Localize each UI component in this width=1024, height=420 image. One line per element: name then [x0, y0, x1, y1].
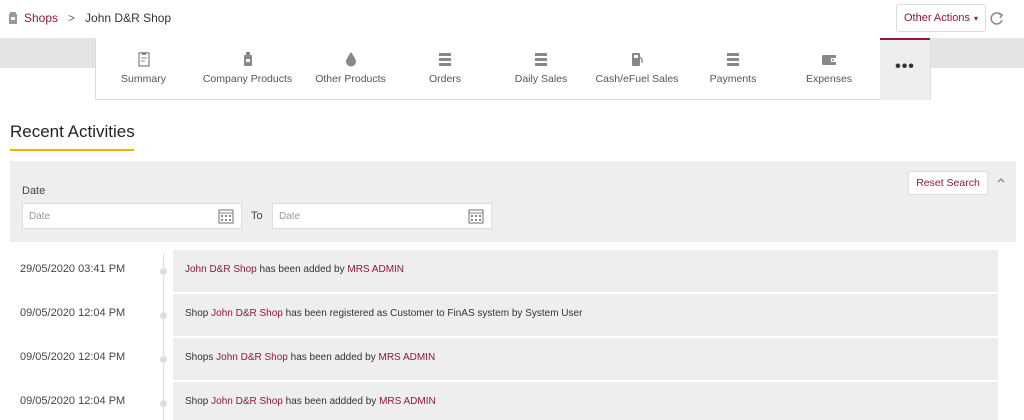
tab-payments[interactable]: Payments: [685, 38, 781, 100]
search-filter-panel: Date To Reset Search: [10, 161, 1016, 242]
calendar-icon[interactable]: [218, 208, 234, 224]
shop-link[interactable]: John D&R Shop: [211, 308, 283, 319]
tab-label: Expenses: [805, 73, 853, 85]
to-label: To: [251, 210, 263, 222]
activity-middle: has been addded by: [282, 396, 380, 407]
user-link[interactable]: MRS ADMIN: [347, 264, 404, 275]
activity-time: 09/05/2020 12:04 PM: [20, 307, 126, 319]
calendar-icon[interactable]: [468, 208, 484, 224]
shop-link[interactable]: John D&R Shop: [216, 352, 288, 363]
shop-link[interactable]: John D&R Shop: [211, 396, 283, 407]
caret-down-icon: ▾: [974, 13, 979, 23]
shop-icon: [9, 12, 17, 24]
date-to-input[interactable]: [272, 203, 492, 229]
refresh-icon[interactable]: [988, 10, 1006, 28]
tab-label: Summary: [121, 73, 166, 85]
breadcrumb-shops-link[interactable]: Shops: [24, 11, 58, 25]
other-actions-button[interactable]: Other Actions ▾: [896, 4, 986, 32]
timeline-dot: [160, 400, 167, 407]
timeline-dot: [160, 356, 167, 363]
shop-link[interactable]: John D&R Shop: [185, 264, 257, 275]
drop-icon: [345, 52, 356, 67]
list-icon: [439, 53, 451, 66]
tab-cash-efuel-sales[interactable]: Cash/eFuel Sales: [589, 38, 685, 100]
tab-label: Cash/eFuel Sales: [595, 73, 679, 85]
tab-bar: Summary Company Products Other Products …: [95, 38, 931, 100]
tab-other-products[interactable]: Other Products: [304, 38, 397, 100]
activity-middle: has been added by: [256, 264, 348, 275]
other-actions-label: Other Actions: [903, 12, 971, 24]
activity-row: 09/05/2020 12:04 PM Shop John D&R Shop h…: [0, 294, 1024, 336]
breadcrumb: Shops > John D&R Shop: [8, 11, 171, 25]
tab-label: Company Products: [202, 73, 293, 85]
tab-label: Daily Sales: [514, 73, 568, 85]
activity-text: John D&R Shop has been added by MRS ADMI…: [173, 250, 998, 292]
activity-text: Shops John D&R Shop has been added by MR…: [173, 338, 998, 380]
tab-label: Orders: [428, 73, 462, 85]
list-icon: [535, 53, 547, 66]
activity-prefix: Shop: [185, 396, 212, 407]
date-from-input[interactable]: [22, 203, 242, 229]
activity-middle: has been registered as Customer to FinAS…: [282, 308, 583, 319]
activity-prefix: Shop: [185, 308, 212, 319]
activity-text: Shop John D&R Shop has been addded by MR…: [173, 382, 998, 420]
activity-middle: has been added by: [287, 352, 379, 363]
wallet-icon: [822, 55, 836, 65]
tab-daily-sales[interactable]: Daily Sales: [493, 38, 589, 100]
fuel-pump-icon: [632, 53, 643, 66]
tab-expenses[interactable]: Expenses: [781, 38, 877, 100]
more-icon: •••: [895, 58, 915, 75]
tab-more[interactable]: •••: [880, 38, 930, 100]
activity-row: 09/05/2020 12:04 PM Shop John D&R Shop h…: [0, 382, 1024, 420]
title-underline: [10, 149, 134, 151]
tab-label: Payments: [709, 73, 757, 85]
timeline-dot: [160, 268, 167, 275]
chevron-up-icon[interactable]: [996, 175, 1006, 185]
page-title: Recent Activities: [10, 122, 135, 141]
activity-time: 29/05/2020 03:41 PM: [20, 263, 126, 275]
activity-row: 09/05/2020 12:04 PM Shops John D&R Shop …: [0, 338, 1024, 380]
tab-label: Other Products: [315, 73, 386, 85]
activity-time: 09/05/2020 12:04 PM: [20, 351, 126, 363]
tab-orders[interactable]: Orders: [397, 38, 493, 100]
top-bar: Shops > John D&R Shop Other Actions ▾: [0, 0, 1024, 38]
bottle-icon: [243, 52, 252, 66]
breadcrumb-current: John D&R Shop: [85, 11, 172, 25]
activity-time: 09/05/2020 12:04 PM: [20, 395, 126, 407]
activity-prefix: Shops: [185, 352, 217, 363]
breadcrumb-separator: >: [68, 11, 76, 25]
list-icon: [727, 53, 739, 66]
activity-text: Shop John D&R Shop has been registered a…: [173, 294, 998, 336]
clipboard-icon: [137, 52, 150, 67]
user-link[interactable]: MRS ADMIN: [379, 352, 436, 363]
timeline-dot: [160, 312, 167, 319]
user-link[interactable]: MRS ADMIN: [379, 396, 436, 407]
tab-summary[interactable]: Summary: [96, 38, 191, 100]
tab-company-products[interactable]: Company Products: [191, 38, 304, 100]
date-label: Date: [22, 185, 46, 197]
activity-row: 29/05/2020 03:41 PM John D&R Shop has be…: [0, 250, 1024, 292]
reset-search-button[interactable]: Reset Search: [908, 171, 988, 195]
